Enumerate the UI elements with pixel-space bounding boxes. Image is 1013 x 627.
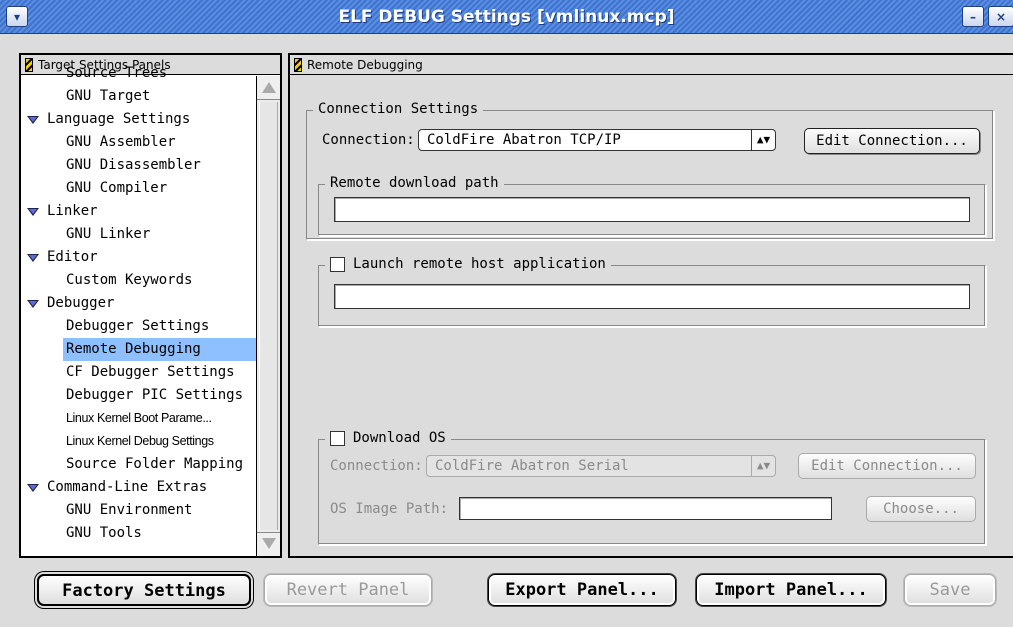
export-panel-button[interactable]: Export Panel... (488, 574, 676, 606)
tree-group[interactable]: Debugger (21, 292, 258, 315)
disclosure-triangle-icon[interactable] (27, 254, 39, 262)
connection-label: Connection: (322, 132, 415, 148)
factory-settings-button[interactable]: Factory Settings (37, 574, 251, 606)
download-os-legend: Download OS (325, 430, 451, 446)
connection-select[interactable]: ColdFire Abatron TCP/IP ▲▼ (418, 129, 776, 151)
tree-item[interactable]: Custom Keywords (21, 269, 258, 292)
remote-host-application-field[interactable] (334, 284, 970, 309)
updown-arrows-icon: ▲▼ (751, 130, 775, 150)
os-edit-connection-button[interactable]: Edit Connection... (798, 453, 976, 479)
tree-item[interactable]: GNU Environment (21, 499, 258, 522)
disclosure-triangle-icon[interactable] (27, 116, 39, 124)
connection-select-value: ColdFire Abatron TCP/IP (427, 132, 621, 148)
revert-panel-button[interactable]: Revert Panel (264, 574, 432, 606)
tree-group[interactable]: Language Settings (21, 108, 258, 131)
window-title: ELF DEBUG Settings [vmlinux.mcp] (338, 7, 675, 27)
disclosure-triangle-icon[interactable] (27, 300, 39, 308)
tree-item[interactable]: Linux Kernel Boot Parame... (21, 407, 258, 430)
tree-item[interactable]: Debugger Settings (21, 315, 258, 338)
tree-item[interactable]: Source Trees (21, 62, 258, 85)
remote-download-path-field[interactable] (334, 197, 970, 222)
launch-remote-legend: Launch remote host application (325, 256, 611, 272)
launch-remote-checkbox[interactable] (330, 256, 345, 272)
tree-item-selected[interactable]: Remote Debugging (21, 338, 258, 361)
tree-item[interactable]: GNU Assembler (21, 131, 258, 154)
settings-tree: Source Trees GNU Target Language Setting… (21, 62, 258, 542)
launch-remote-label: Launch remote host application (353, 256, 606, 272)
os-image-path-field[interactable] (459, 497, 832, 520)
tree-item[interactable]: Debugger PIC Settings (21, 384, 258, 407)
tree-item[interactable]: GNU Compiler (21, 177, 258, 200)
tree-item[interactable]: GNU Disassembler (21, 154, 258, 177)
right-panel-title: Remote Debugging (307, 57, 423, 72)
import-panel-button[interactable]: Import Panel... (696, 574, 886, 606)
save-button[interactable]: Save (904, 574, 996, 606)
tree-item[interactable]: GNU Tools (21, 522, 258, 542)
disclosure-triangle-icon[interactable] (27, 484, 39, 492)
download-os-label: Download OS (353, 430, 446, 446)
remote-debugging-panel: Remote Debugging Connection Settings Con… (288, 53, 1013, 558)
scroll-down-button[interactable] (257, 532, 280, 556)
tree-scrollbar[interactable] (256, 76, 280, 556)
panel-icon (294, 57, 302, 72)
download-os-checkbox[interactable] (330, 430, 345, 446)
tree-group[interactable]: Editor (21, 246, 258, 269)
os-connection-label: Connection: (330, 458, 423, 474)
right-panel-header: Remote Debugging (290, 55, 1013, 75)
os-connection-select[interactable]: ColdFire Abatron Serial ▲▼ (426, 455, 776, 477)
tree-item[interactable]: Linux Kernel Debug Settings (21, 430, 258, 453)
scroll-down-icon (262, 538, 276, 549)
tree-item[interactable]: GNU Linker (21, 223, 258, 246)
remote-download-legend: Remote download path (325, 175, 504, 191)
updown-arrows-icon: ▲▼ (751, 456, 775, 476)
scroll-up-icon (262, 82, 276, 93)
tree-group[interactable]: Linker (21, 200, 258, 223)
tree-item[interactable]: Source Folder Mapping (21, 453, 258, 476)
close-icon[interactable]: × (988, 6, 1013, 27)
os-image-path-label: OS Image Path: (330, 501, 449, 517)
disclosure-triangle-icon[interactable] (27, 208, 39, 216)
edit-connection-button[interactable]: Edit Connection... (804, 128, 980, 154)
minimize-icon[interactable]: – (962, 6, 984, 27)
tree-group[interactable]: Command-Line Extras (21, 476, 258, 499)
connection-settings-legend: Connection Settings (313, 101, 484, 117)
title-bar[interactable]: ▾ ELF DEBUG Settings [vmlinux.mcp] – × (0, 0, 1013, 34)
scroll-up-button[interactable] (257, 76, 280, 100)
choose-button[interactable]: Choose... (866, 496, 976, 522)
os-connection-select-value: ColdFire Abatron Serial (435, 458, 629, 474)
tree-item[interactable]: CF Debugger Settings (21, 361, 258, 384)
scroll-thumb[interactable] (259, 102, 278, 530)
target-settings-panels: Target Settings Panels Source Trees GNU … (19, 53, 282, 558)
tree-item[interactable]: GNU Target (21, 85, 258, 108)
